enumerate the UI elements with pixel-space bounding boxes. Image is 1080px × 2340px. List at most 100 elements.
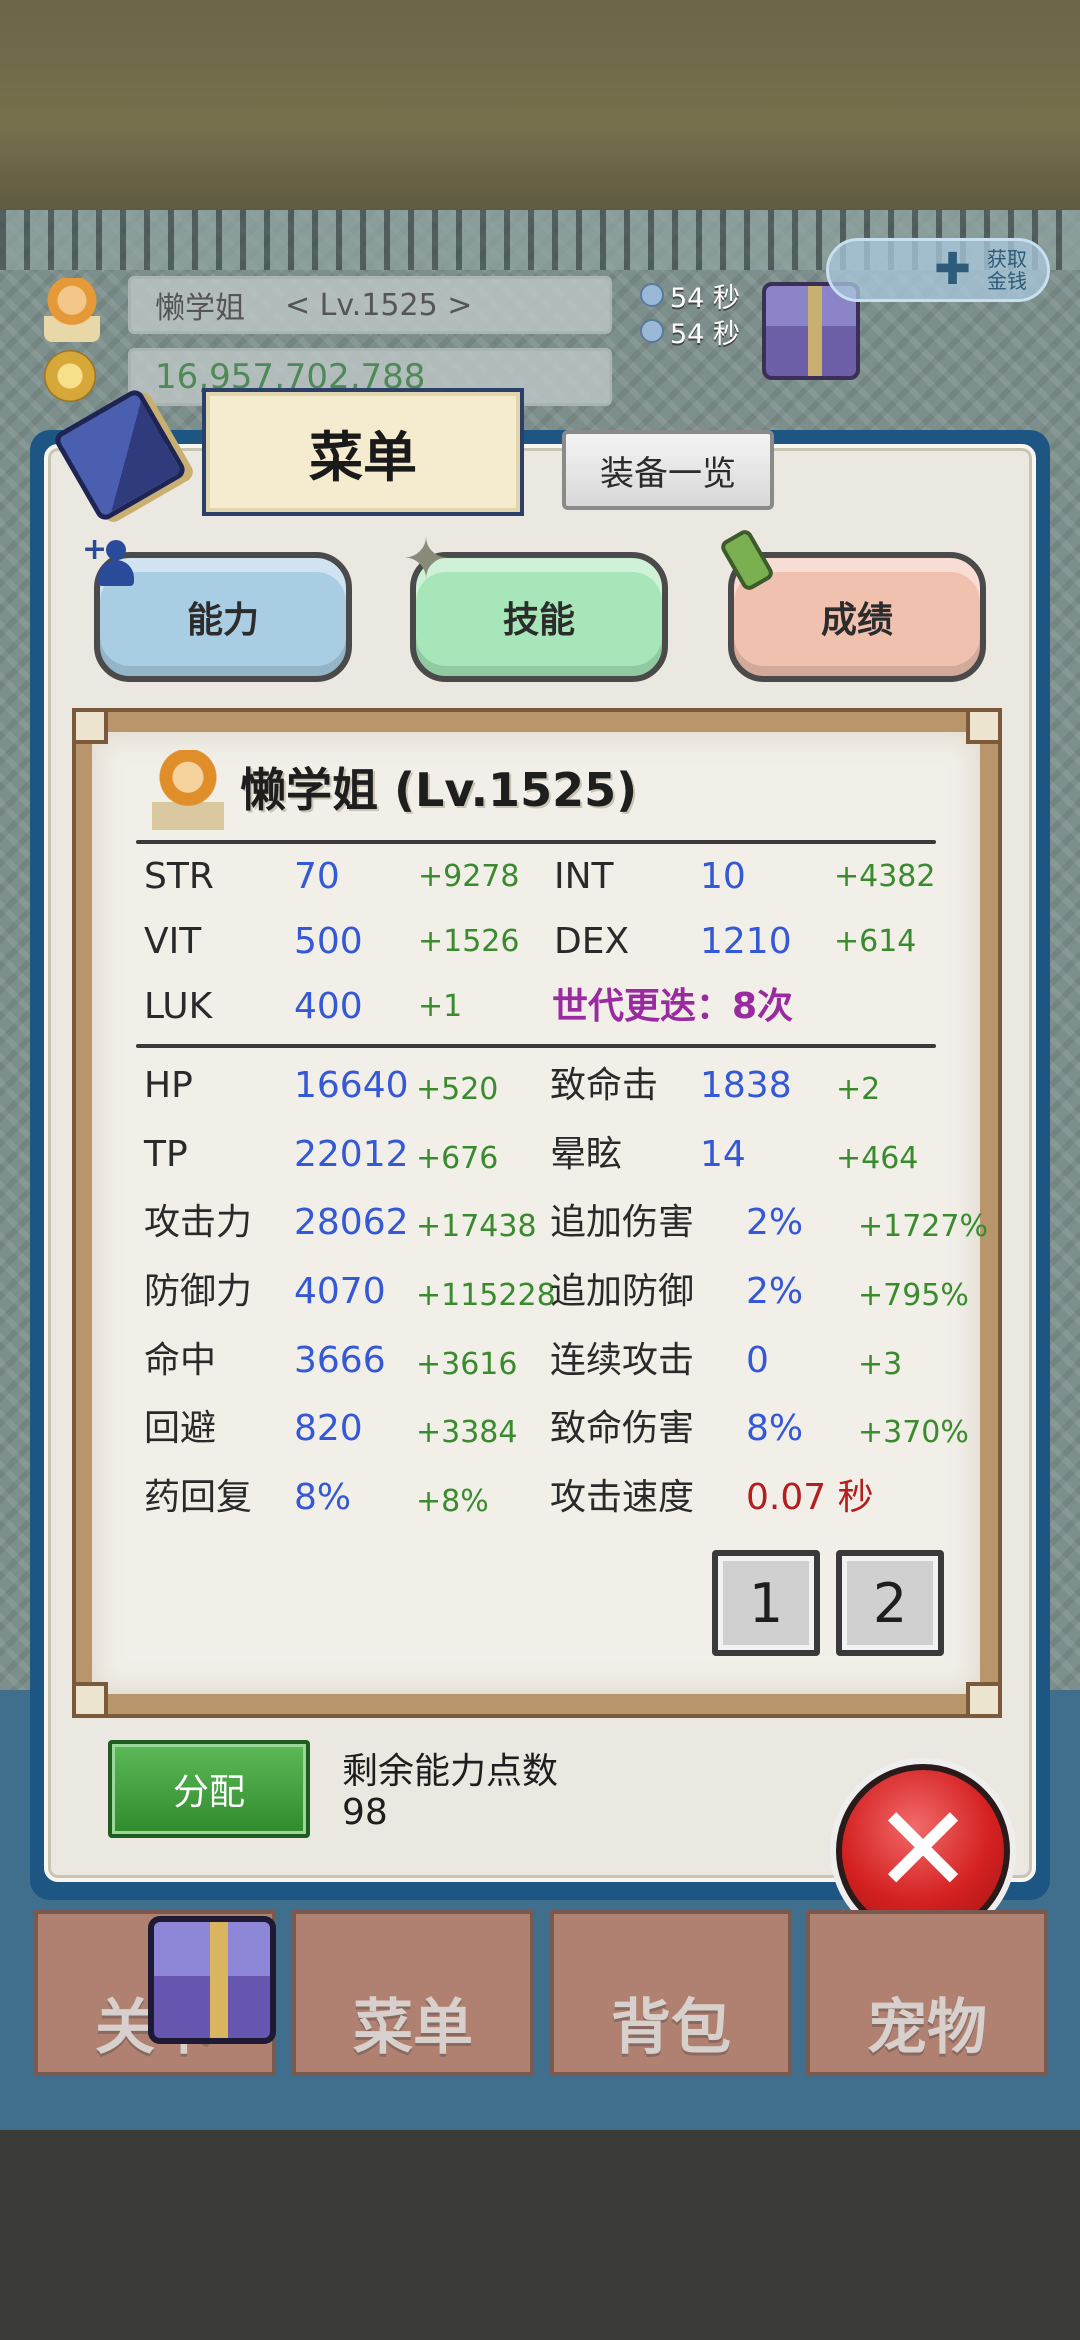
coin-icon [44,350,96,402]
frame-corner [72,708,108,744]
nav-bag[interactable]: 背包 [550,1910,792,2076]
hud-timer-2: 54 秒 [640,314,750,350]
stat-value: 400 [294,986,363,1027]
stat-label: INT [554,856,614,897]
bottom-letterbox [0,2130,1080,2340]
stat-value: 70 [294,856,340,897]
generation-count: 世代更迭：8次 [552,986,794,1027]
stat-value: 28062 [294,1202,409,1243]
character-avatar [152,750,224,830]
nav-pet-label: 宠物 [867,1993,987,2063]
tab-skill-label: 技能 [502,600,575,641]
stat-value: 10 [700,856,746,897]
stat-label: DEX [554,921,630,962]
hud-player-name: 懒学姐 < Lv.1525 > [128,276,612,334]
stat-label: 追加伤害 [550,1202,695,1243]
stat-bonus: +676 [416,1141,499,1176]
stat-label: 攻击力 [144,1202,253,1243]
stat-bonus: +4382 [834,859,936,894]
close-icon: ✕ [872,1781,974,1920]
remaining-points-value: 98 [342,1792,388,1833]
add-person-icon: + [82,532,134,588]
get-money-button[interactable]: ✚ 获取金钱 [826,238,1050,302]
stat-bonus: +115228 [416,1278,556,1313]
remaining-points-label: 剩余能力点数 [342,1751,559,1792]
nav-pet[interactable]: 宠物 [806,1910,1048,2076]
top-letterbox [0,0,1080,210]
stat-label: 回避 [144,1408,217,1449]
plus-icon: ✚ [934,244,971,295]
stat-value: 820 [294,1408,363,1449]
frame-corner [966,708,1002,744]
stat-bonus: +1727% [858,1209,988,1244]
frame-corner [72,1682,108,1718]
hud-level-text: < Lv.1525 > [285,287,473,323]
stat-value: 2% [746,1202,804,1243]
stat-label: 追加防御 [550,1271,695,1312]
stat-label: 晕眩 [550,1134,623,1175]
stat-value: 8% [746,1408,804,1449]
page-1-button[interactable]: 1 [712,1550,820,1656]
timer-2-text: 54 秒 [670,318,740,350]
nav-bag-label: 背包 [611,1993,731,2063]
stat-bonus: +464 [836,1141,919,1176]
frame-corner [966,1682,1002,1718]
hud-timer-1: 54 秒 [640,278,750,314]
tab-ability-label: 能力 [186,600,259,641]
stat-bonus: +370% [858,1415,969,1450]
stat-label: 致命击 [550,1065,659,1106]
stat-value: 2% [746,1271,804,1312]
equipment-list-button[interactable]: 装备一览 [562,430,774,510]
hud-avatar [44,278,100,342]
stat-bonus: +9278 [418,859,520,894]
stat-value: 14 [700,1134,746,1175]
stat-bonus: +3384 [416,1415,518,1450]
get-money-label: 获取金钱 [987,247,1027,293]
page-2-button[interactable]: 2 [836,1550,944,1656]
stat-bonus: +795% [858,1278,969,1313]
allocate-button[interactable]: 分配 [108,1740,310,1838]
stat-value: 3666 [294,1340,386,1381]
stat-label: 攻击速度 [550,1477,695,1518]
stat-value: 0 [746,1340,769,1381]
stat-value: 8% [294,1477,352,1518]
stat-value: 500 [294,921,363,962]
stat-label: 连续攻击 [550,1340,695,1381]
timer-1-text: 54 秒 [670,282,740,314]
stat-label: LUK [144,986,213,1027]
shuriken-icon: ✦ [402,527,450,592]
stat-bonus: +614 [834,924,917,959]
divider [136,1044,936,1048]
stat-value: 22012 [294,1134,409,1175]
timer-icon [640,319,664,343]
stat-label: TP [144,1134,188,1175]
stat-label: 致命伤害 [550,1408,695,1449]
timer-icon [640,283,664,307]
nav-menu-label: 菜单 [353,1993,473,2063]
stat-bonus: +1 [418,989,463,1024]
nav-menu[interactable]: 菜单 [292,1910,534,2076]
stat-value: 16640 [294,1065,409,1106]
stat-label: HP [144,1065,193,1106]
stat-bonus: +520 [416,1072,499,1107]
stat-bonus: +1526 [418,924,520,959]
stat-bonus: +8% [416,1484,489,1519]
stat-bonus: +17438 [416,1209,537,1244]
stat-label: STR [144,856,214,897]
gift-box-icon[interactable] [148,1916,276,2044]
stat-label: VIT [144,921,202,962]
stat-label: 防御力 [144,1271,253,1312]
tab-record-label: 成绩 [820,600,893,641]
stat-bonus: +3 [858,1347,903,1382]
stat-bonus: +3616 [416,1347,518,1382]
stat-bonus: +2 [836,1072,881,1107]
stat-value: 1210 [700,921,792,962]
menu-title: 菜单 [202,388,524,516]
stat-value: 4070 [294,1271,386,1312]
stat-value: 1838 [700,1065,792,1106]
attack-speed-value: 0.07 秒 [746,1477,874,1518]
hud-name-text: 懒学姐 [155,291,245,326]
stat-label: 药回复 [144,1477,253,1518]
divider [136,840,936,844]
character-name-level: 懒学姐 (Lv.1525) [240,763,638,817]
